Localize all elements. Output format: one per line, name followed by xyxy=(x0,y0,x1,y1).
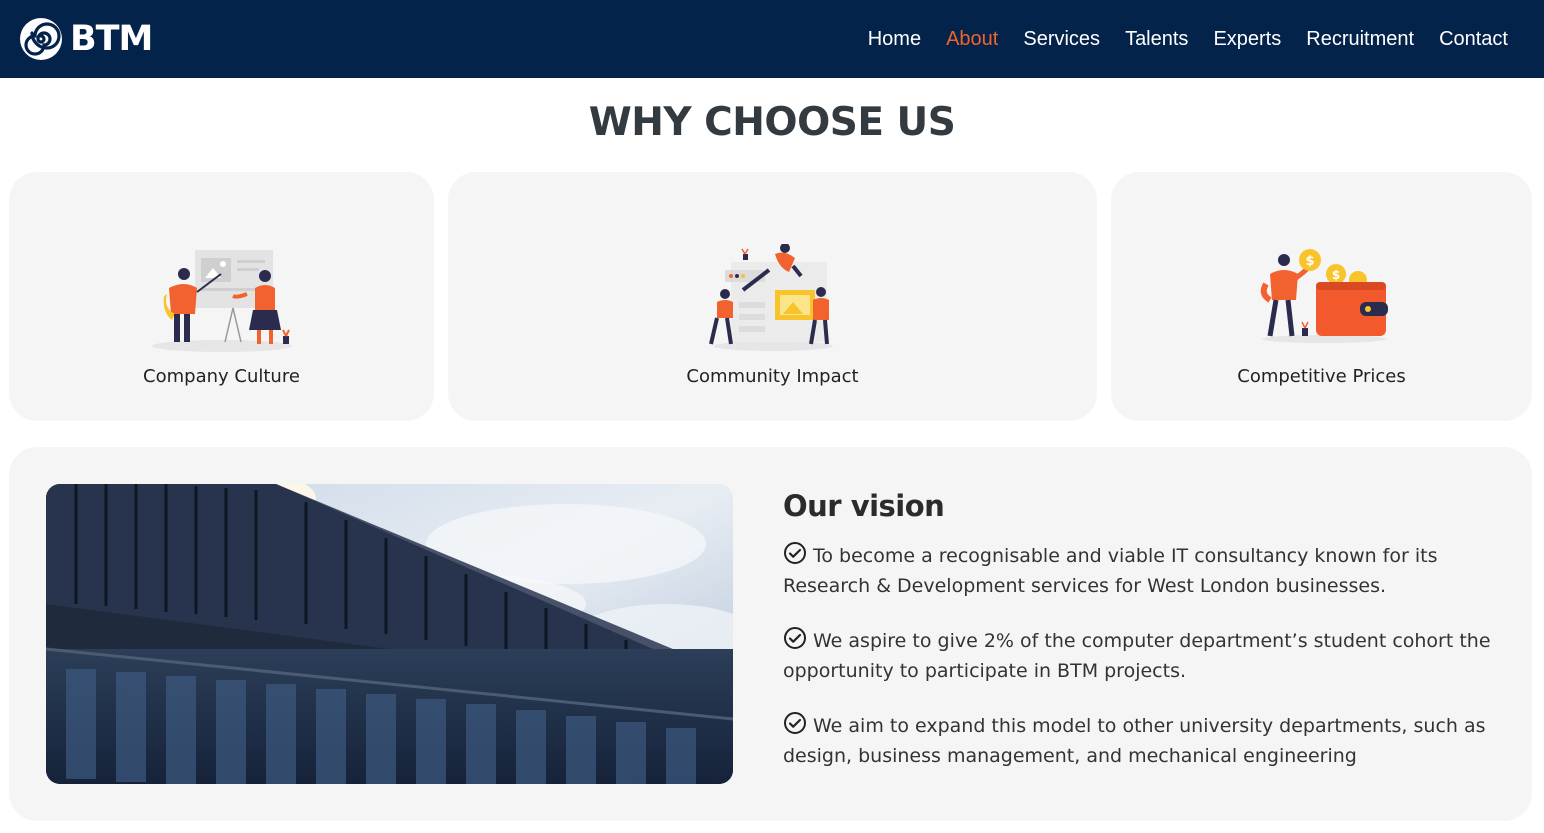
vision-section: Our vision To become a recognisable and … xyxy=(9,447,1532,821)
nav-talents[interactable]: Talents xyxy=(1125,28,1188,50)
top-navbar: BTM Home About Services Talents Experts … xyxy=(0,0,1544,78)
card-label: Community Impact xyxy=(686,366,859,387)
svg-text:$: $ xyxy=(1331,268,1339,282)
nav-experts[interactable]: Experts xyxy=(1213,28,1281,50)
nav-about[interactable]: About xyxy=(946,28,998,50)
collaboration-illustration xyxy=(708,244,833,351)
nav-home[interactable]: Home xyxy=(868,28,921,50)
vision-item-text: To become a recognisable and viable IT c… xyxy=(783,545,1438,597)
vision-item-text: We aspire to give 2% of the computer dep… xyxy=(783,630,1491,682)
vision-item-text: We aim to expand this model to other uni… xyxy=(783,715,1486,767)
vision-item: We aspire to give 2% of the computer dep… xyxy=(783,626,1523,686)
check-circle-icon xyxy=(784,712,806,734)
vision-title: Our vision xyxy=(783,489,945,523)
check-circle-icon xyxy=(784,627,806,649)
presentation-illustration xyxy=(151,250,292,352)
card-label: Competitive Prices xyxy=(1237,366,1406,387)
nav-services[interactable]: Services xyxy=(1023,28,1100,50)
card-competitive-prices: $ $ Competitive Prices xyxy=(1111,172,1532,421)
brand-logo-link[interactable]: BTM xyxy=(18,16,153,62)
main-nav: Home About Services Talents Experts Recr… xyxy=(868,0,1508,78)
card-company-culture: Company Culture xyxy=(9,172,434,421)
vision-list: To become a recognisable and viable IT c… xyxy=(783,541,1523,796)
university-building-photo xyxy=(46,484,733,784)
nav-recruitment[interactable]: Recruitment xyxy=(1306,28,1414,50)
vision-item: To become a recognisable and viable IT c… xyxy=(783,541,1523,601)
card-label: Company Culture xyxy=(143,366,300,387)
card-community-impact: Community Impact xyxy=(448,172,1097,421)
vision-item: We aim to expand this model to other uni… xyxy=(783,711,1523,771)
check-circle-icon xyxy=(784,542,806,564)
wallet-coins-illustration: $ $ xyxy=(1260,249,1388,343)
spiral-logo-icon xyxy=(20,18,62,60)
nav-contact[interactable]: Contact xyxy=(1439,28,1508,50)
why-choose-title: WHY CHOOSE US xyxy=(588,100,956,145)
brand-name: BTM xyxy=(70,19,153,59)
building-photo-image xyxy=(46,484,733,784)
svg-text:$: $ xyxy=(1305,254,1314,269)
